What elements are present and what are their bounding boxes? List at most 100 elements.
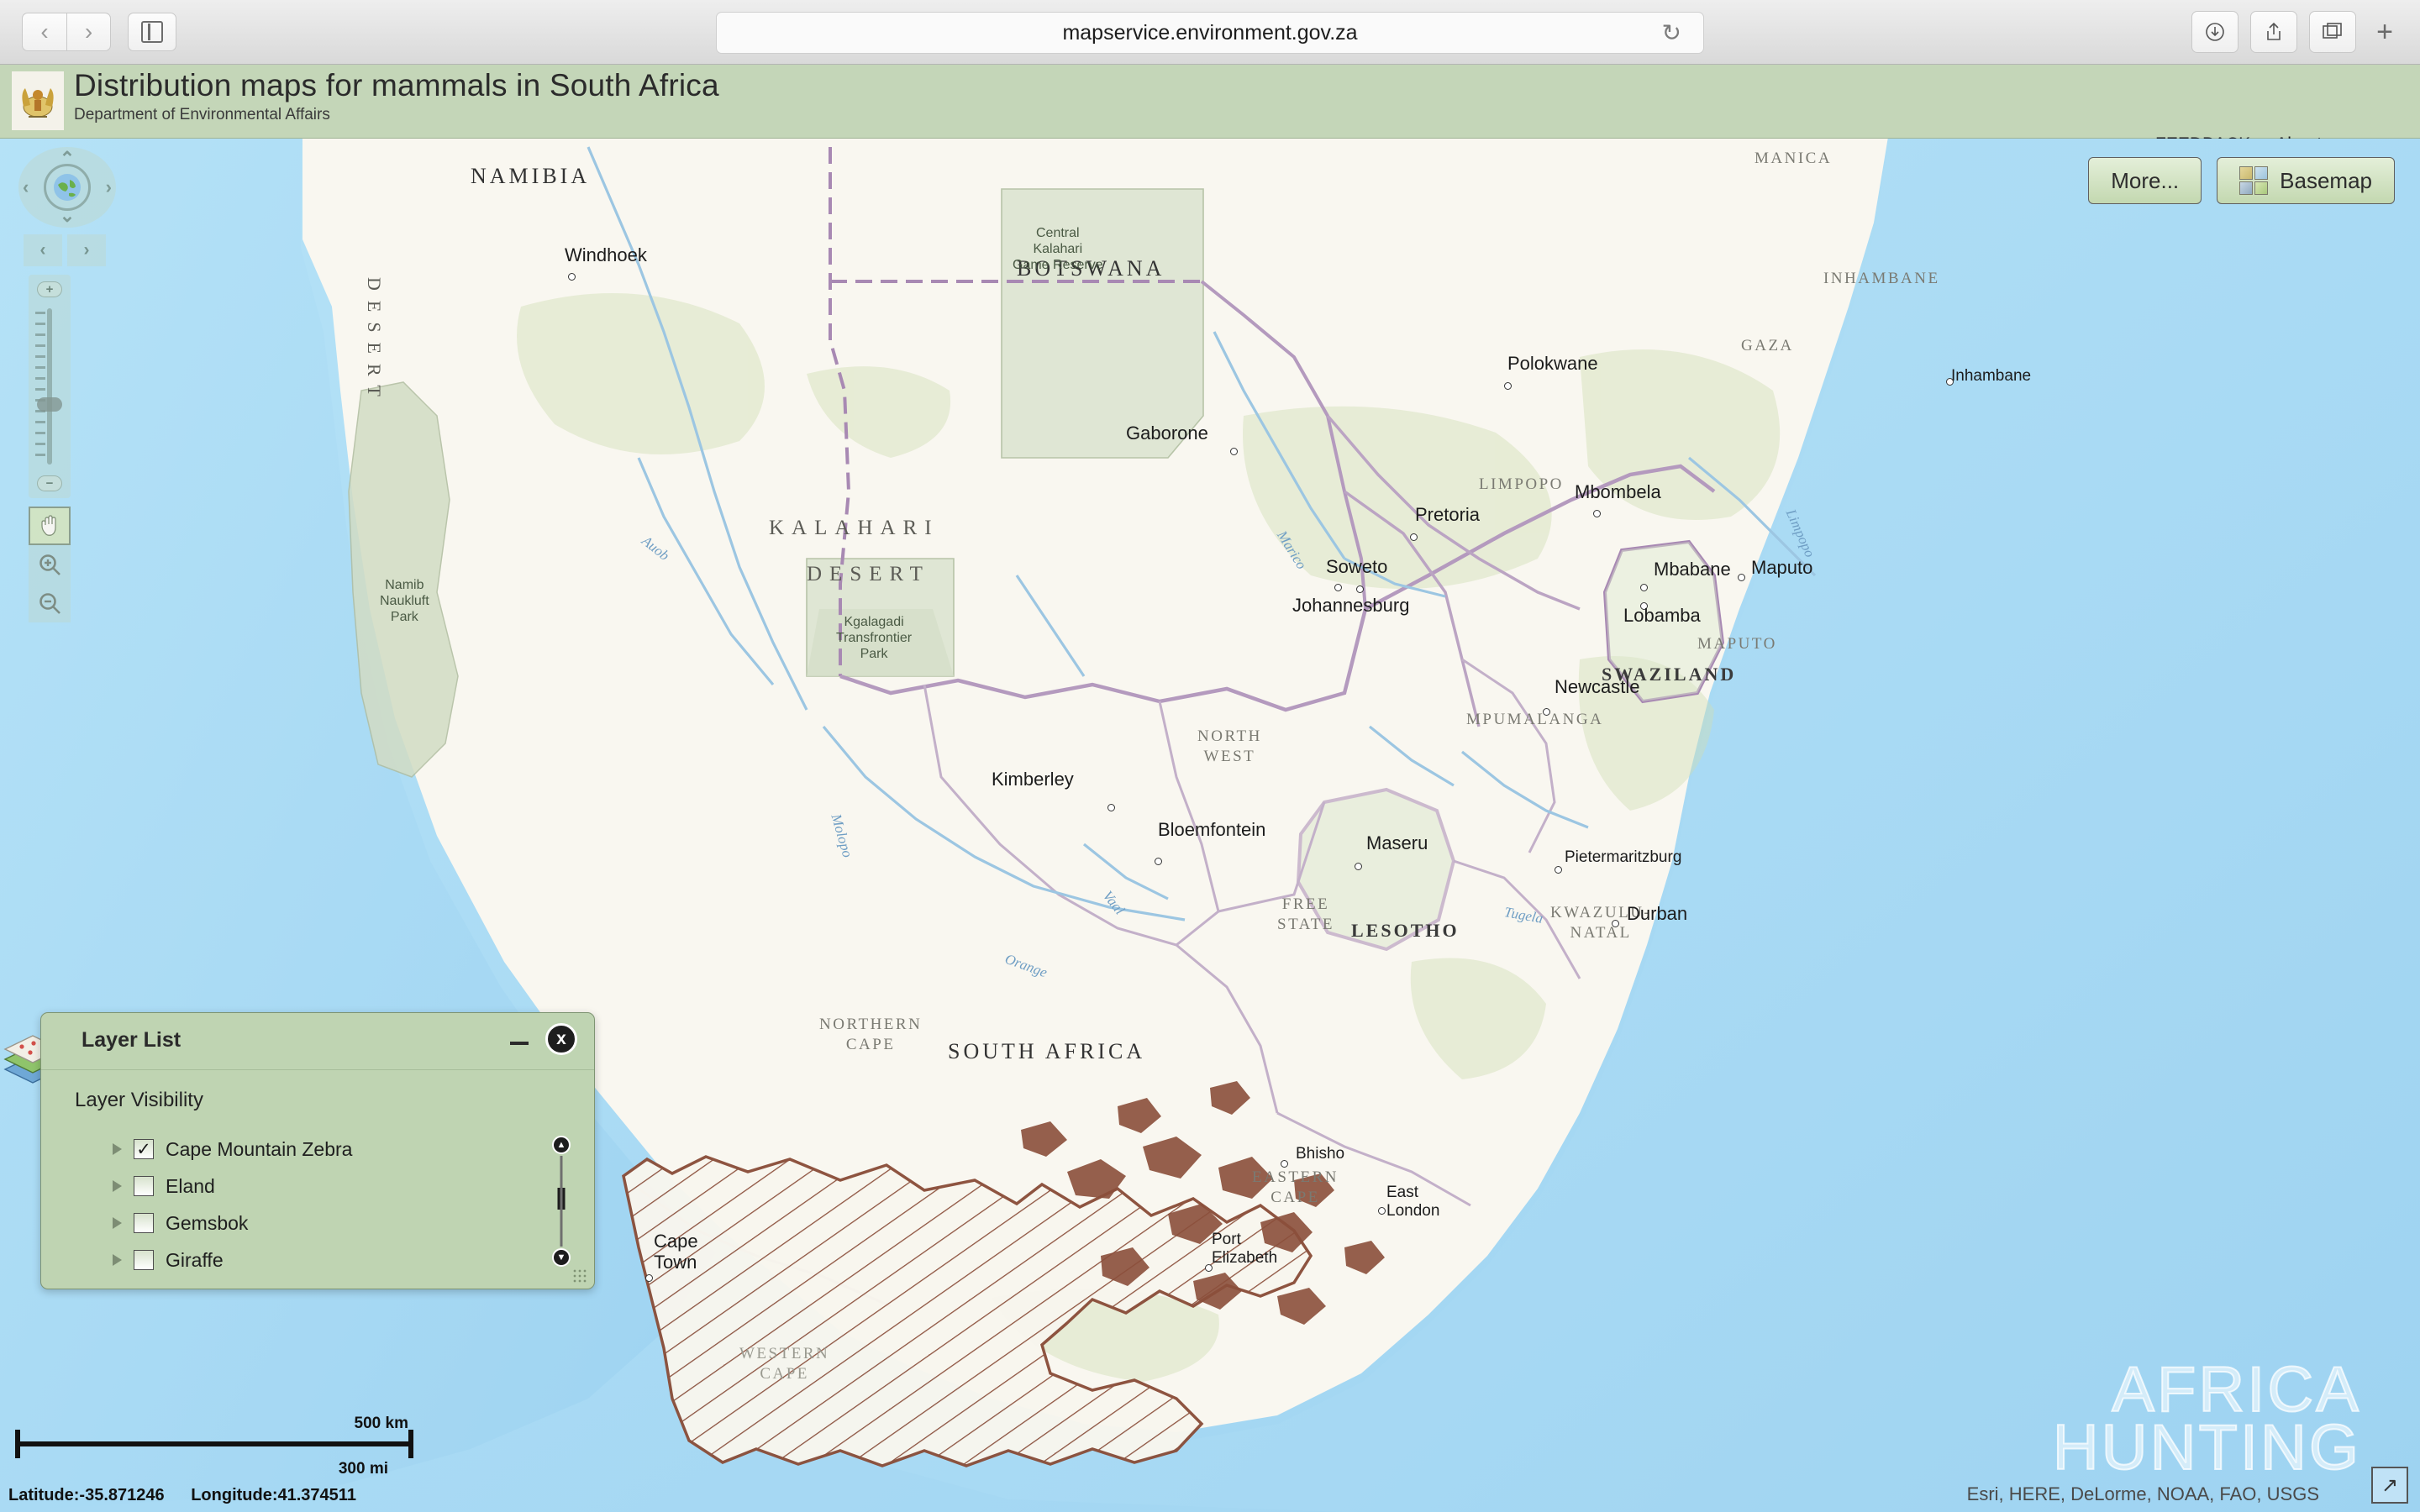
layer-list-body: Layer Visibility ✓ Cape Mountain Zebra E… xyxy=(41,1070,594,1290)
map-scale-bar: 500 km 300 mi xyxy=(8,1415,420,1478)
browser-toolbar: ‹ › mapservice.environment.gov.za ↻ + xyxy=(0,0,2420,65)
layer-checkbox-giraffe[interactable] xyxy=(134,1250,154,1270)
city-dot-maseru xyxy=(1355,863,1362,870)
layer-row-giraffe[interactable]: Giraffe xyxy=(75,1242,594,1278)
city-dot-bhisho xyxy=(1281,1160,1288,1168)
pan-east-button[interactable]: › xyxy=(106,176,112,198)
pan-west-button[interactable]: ‹ xyxy=(23,176,29,198)
city-dot-gaborone xyxy=(1230,448,1238,455)
city-dot-durban xyxy=(1612,920,1619,927)
city-dot-polokwane xyxy=(1504,382,1512,390)
city-dot-windhoek xyxy=(568,273,576,281)
browser-right-controls: + xyxy=(2191,11,2402,53)
magnifier-minus-icon[interactable] xyxy=(29,584,71,622)
hand-pan-icon[interactable] xyxy=(29,507,71,545)
more-button[interactable]: More... xyxy=(2088,157,2202,204)
new-tab-button[interactable]: + xyxy=(2368,16,2402,49)
city-dot-mbombela xyxy=(1593,510,1601,517)
basemap-button[interactable]: Basemap xyxy=(2217,157,2395,204)
coat-of-arms-icon xyxy=(12,71,64,130)
expand-arrow-icon[interactable] xyxy=(113,1143,122,1155)
city-dot-newcastle xyxy=(1543,708,1550,716)
layer-checkbox-eland[interactable] xyxy=(134,1176,154,1196)
address-bar[interactable]: mapservice.environment.gov.za ↻ xyxy=(716,12,1704,54)
city-dot-bloemfontein xyxy=(1155,858,1162,865)
layer-checkbox-cape-mountain-zebra[interactable]: ✓ xyxy=(134,1139,154,1159)
pan-compass[interactable]: ⌃ ⌄ ‹ › xyxy=(18,147,116,228)
browser-nav-group: ‹ › xyxy=(22,13,176,51)
city-dot-maputo xyxy=(1738,574,1745,581)
zoom-slider[interactable]: + − xyxy=(29,275,71,498)
map-canvas xyxy=(0,139,2420,1512)
download-button[interactable] xyxy=(2191,11,2239,53)
layer-list-panel[interactable]: Layer List x Layer Visibility ✓ Cape Mou… xyxy=(40,1012,595,1289)
city-dot-pretoria xyxy=(1410,533,1418,541)
sidebar-toggle-button[interactable] xyxy=(128,13,176,51)
app-header: Distribution maps for mammals in South A… xyxy=(0,65,2420,179)
layer-list-header: Layer List x xyxy=(41,1013,594,1070)
esri-logo-icon: ↗ xyxy=(2371,1467,2408,1504)
scale-km-label: 500 km xyxy=(354,1415,408,1432)
layer-list-title: Layer List xyxy=(82,1028,182,1052)
city-dot-pietermaritzburg xyxy=(1555,866,1562,874)
expand-arrow-icon[interactable] xyxy=(113,1180,122,1192)
scrollbar-thumb[interactable] xyxy=(557,1188,566,1210)
close-icon[interactable]: x xyxy=(545,1023,577,1055)
layer-label: Cape Mountain Zebra xyxy=(166,1137,353,1160)
tab-overview-button[interactable] xyxy=(2309,11,2357,53)
layer-checkbox-gemsbok[interactable] xyxy=(134,1213,154,1233)
address-bar-url: mapservice.environment.gov.za xyxy=(1062,20,1358,45)
browser-forward-button[interactable]: › xyxy=(66,13,111,51)
pan-south-button[interactable]: ⌄ xyxy=(60,205,75,227)
share-button[interactable] xyxy=(2250,11,2298,53)
city-dot-cape-town xyxy=(645,1274,653,1282)
app-title-block: Distribution maps for mammals in South A… xyxy=(74,68,719,124)
city-dot-soweto xyxy=(1334,584,1342,591)
city-dot-mbabane xyxy=(1640,584,1648,591)
city-dot-inhambane xyxy=(1946,378,1954,386)
expand-arrow-icon[interactable] xyxy=(113,1254,122,1266)
scale-mi-label: 300 mi xyxy=(338,1460,388,1478)
next-extent-button[interactable]: › xyxy=(67,234,106,266)
expand-arrow-icon[interactable] xyxy=(113,1217,122,1229)
layer-list-scrollbar[interactable]: ▲ ▼ xyxy=(552,1136,571,1267)
reload-icon[interactable]: ↻ xyxy=(1662,19,1681,47)
basemap-button-label: Basemap xyxy=(2280,167,2372,193)
layer-row-gemsbok[interactable]: Gemsbok xyxy=(75,1205,594,1242)
magnifier-plus-icon[interactable] xyxy=(29,545,71,584)
page-subtitle: Department of Environmental Affairs xyxy=(74,106,330,123)
extent-history-buttons: ‹ › xyxy=(24,234,136,266)
panel-resize-handle[interactable] xyxy=(572,1268,587,1284)
page-title: Distribution maps for mammals in South A… xyxy=(74,68,719,102)
zoom-in-button[interactable]: + xyxy=(37,281,62,297)
map-viewport[interactable]: NAMIBIA BOTSWANA SOUTH AFRICA SWAZILAND … xyxy=(0,139,2420,1512)
city-dot-lobamba xyxy=(1640,602,1648,610)
scroll-up-icon[interactable]: ▲ xyxy=(552,1136,571,1154)
pan-north-button[interactable]: ⌃ xyxy=(60,148,75,170)
previous-extent-button[interactable]: ‹ xyxy=(24,234,62,266)
layer-label: Eland xyxy=(166,1174,215,1197)
layer-row-eland[interactable]: Eland xyxy=(75,1168,594,1205)
zoom-slider-track[interactable] xyxy=(47,308,52,465)
browser-back-button[interactable]: ‹ xyxy=(22,13,66,51)
download-icon xyxy=(2206,23,2224,41)
city-dot-johannesburg xyxy=(1356,585,1364,593)
city-dot-east-london xyxy=(1378,1207,1386,1215)
layer-row-cape-mountain-zebra[interactable]: ✓ Cape Mountain Zebra xyxy=(75,1131,594,1168)
zoom-out-button[interactable]: − xyxy=(37,475,62,491)
basemap-grid-icon xyxy=(2239,166,2269,195)
minimize-icon[interactable] xyxy=(510,1042,529,1045)
map-attribution: Esri, HERE, DeLorme, NOAA, FAO, USGS xyxy=(1966,1483,2319,1504)
scroll-down-icon[interactable]: ▼ xyxy=(552,1248,571,1267)
map-action-buttons: More... Basemap xyxy=(2088,157,2395,204)
zoom-slider-thumb[interactable] xyxy=(37,397,62,412)
globe-compass-icon[interactable] xyxy=(44,164,91,211)
zoom-slider-ticks xyxy=(35,312,45,459)
layer-visibility-label: Layer Visibility xyxy=(75,1089,203,1111)
layer-label: Gemsbok xyxy=(166,1211,249,1234)
map-navigation-controls: ⌃ ⌄ ‹ › ‹ › + − xyxy=(18,147,136,622)
coordinate-readout: Latitude:-35.871246 Longitude:41.374511 xyxy=(8,1486,378,1505)
map-tool-stack xyxy=(29,507,71,622)
more-button-label: More... xyxy=(2111,167,2180,193)
latitude-value: Latitude:-35.871246 xyxy=(8,1486,165,1504)
